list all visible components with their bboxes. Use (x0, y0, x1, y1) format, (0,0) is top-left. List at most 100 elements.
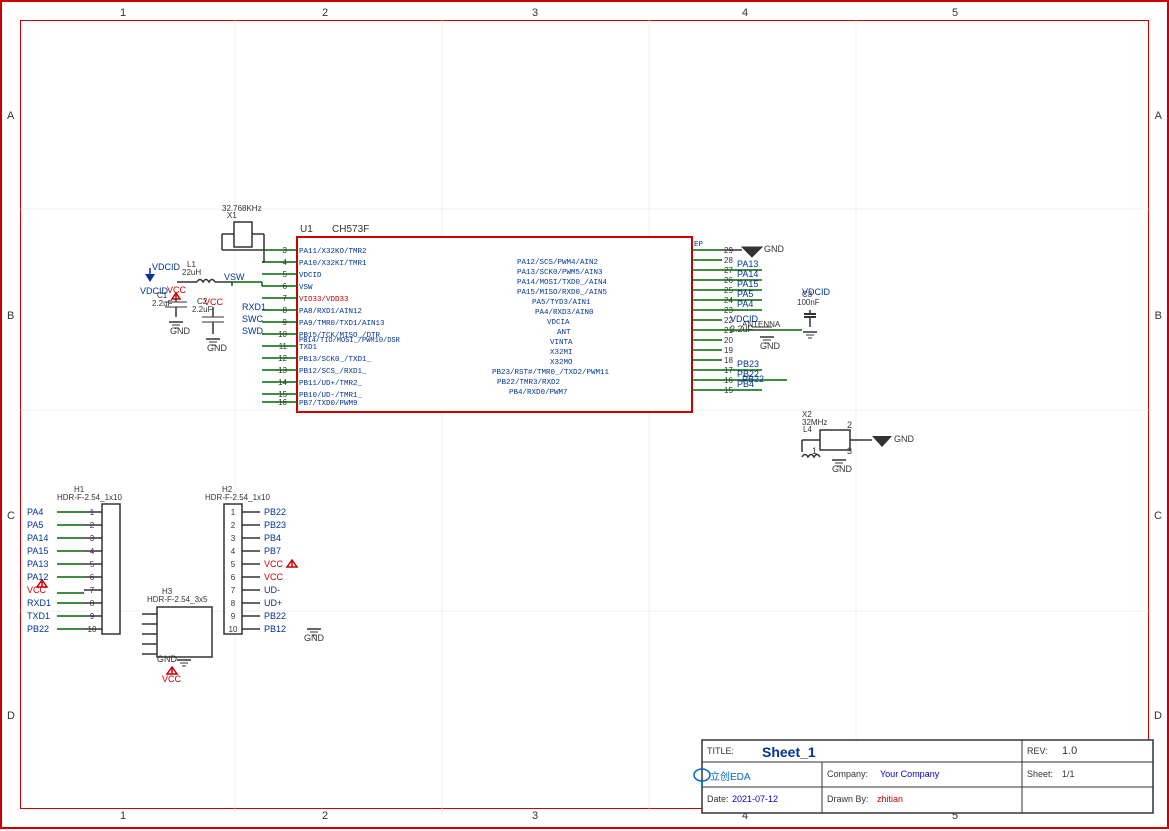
row-label-cr: C (1154, 510, 1162, 522)
row-label-a: A (7, 110, 14, 122)
svg-text:PA14: PA14 (737, 269, 758, 279)
svg-text:X2: X2 (802, 410, 812, 419)
svg-text:5: 5 (90, 560, 95, 569)
svg-text:Company:: Company: (827, 769, 868, 779)
svg-text:4: 4 (283, 258, 288, 267)
svg-text:GND: GND (304, 633, 325, 643)
svg-text:8: 8 (90, 599, 95, 608)
svg-text:10: 10 (229, 625, 238, 634)
svg-text:17: 17 (724, 366, 733, 375)
row-label-dr: D (1154, 710, 1162, 722)
svg-text:2: 2 (847, 420, 852, 430)
svg-text:PA15/MISO/RXD0_/AIN5: PA15/MISO/RXD0_/AIN5 (517, 289, 608, 297)
svg-text:9: 9 (231, 612, 236, 621)
svg-text:PB7/TXD0/PWM9: PB7/TXD0/PWM9 (299, 400, 358, 408)
svg-text:VDCIA: VDCIA (547, 319, 570, 327)
svg-text:X1: X1 (227, 211, 237, 220)
border-bottom (20, 808, 1149, 809)
svg-text:2.2uF: 2.2uF (730, 324, 754, 334)
svg-text:1: 1 (90, 508, 95, 517)
svg-text:C3: C3 (802, 290, 813, 299)
border-right (1148, 20, 1149, 809)
svg-text:VCC: VCC (264, 559, 284, 569)
svg-text:25: 25 (724, 286, 733, 295)
svg-text:GND: GND (764, 244, 785, 254)
svg-text:EP: EP (694, 241, 704, 249)
svg-text:32MHz: 32MHz (802, 418, 827, 427)
col-label-1: 1 (120, 7, 126, 19)
svg-text:PB4/RXD0/PWM7: PB4/RXD0/PWM7 (509, 389, 568, 397)
svg-text:24: 24 (724, 296, 733, 305)
svg-text:PB22: PB22 (742, 374, 764, 384)
svg-text:27: 27 (724, 266, 733, 275)
svg-text:2021-07-12: 2021-07-12 (732, 794, 778, 804)
svg-text:1.0: 1.0 (1062, 745, 1077, 757)
svg-text:PB23: PB23 (264, 520, 286, 530)
col-label-3b: 3 (532, 810, 538, 822)
row-label-c: C (7, 510, 15, 522)
svg-text:3: 3 (283, 246, 288, 255)
schematic-container: 1 2 3 4 5 1 2 3 4 5 A B C D A B C D U1 C… (0, 0, 1169, 829)
svg-text:X32MI: X32MI (550, 349, 573, 357)
svg-text:18: 18 (724, 356, 733, 365)
svg-text:VINTA: VINTA (550, 339, 573, 347)
svg-text:11: 11 (279, 342, 288, 351)
svg-text:9: 9 (283, 318, 288, 327)
svg-text:15: 15 (278, 390, 287, 399)
svg-text:PA15: PA15 (737, 279, 758, 289)
svg-text:VCC: VCC (162, 674, 182, 684)
svg-text:PA5: PA5 (737, 289, 753, 299)
svg-text:L1: L1 (187, 260, 196, 269)
svg-text:7: 7 (90, 586, 95, 595)
svg-text:PB4: PB4 (264, 533, 281, 543)
svg-text:29: 29 (724, 246, 733, 255)
row-label-d: D (7, 710, 15, 722)
svg-text:SWC: SWC (242, 314, 263, 324)
svg-text:5: 5 (231, 560, 236, 569)
border-top (20, 20, 1149, 21)
svg-text:PB22: PB22 (737, 369, 759, 379)
svg-text:PB23/RST#/TMR0_/TXD2/PWM11: PB23/RST#/TMR0_/TXD2/PWM11 (492, 369, 610, 377)
svg-text:9: 9 (90, 612, 95, 621)
svg-text:PB23: PB23 (737, 359, 759, 369)
svg-text:TXD1: TXD1 (27, 611, 50, 621)
svg-text:16: 16 (724, 376, 733, 385)
svg-text:15: 15 (724, 386, 733, 395)
svg-text:PA13: PA13 (27, 559, 48, 569)
svg-text:PA10/X32KI/TMR1: PA10/X32KI/TMR1 (299, 260, 367, 268)
svg-text:PB12: PB12 (264, 624, 286, 634)
svg-text:1: 1 (231, 508, 236, 517)
svg-text:PA8/RXD1/AIN12: PA8/RXD1/AIN12 (299, 308, 362, 316)
svg-text:HDR-F-2.54_1x10: HDR-F-2.54_1x10 (57, 493, 122, 502)
svg-text:ANT: ANT (557, 329, 571, 337)
svg-text:PA4: PA4 (737, 299, 753, 309)
svg-text:3: 3 (90, 534, 95, 543)
svg-text:PB22: PB22 (27, 624, 49, 634)
svg-text:Date:: Date: (707, 794, 729, 804)
svg-text:PB13/SCK0_/TXD1_: PB13/SCK0_/TXD1_ (299, 356, 372, 364)
svg-text:PB10/UD-/TMR1_: PB10/UD-/TMR1_ (299, 392, 363, 400)
svg-text:HDR-F-2.54_1x10: HDR-F-2.54_1x10 (205, 493, 270, 502)
svg-text:C1: C1 (157, 291, 168, 300)
svg-text:2.2uF: 2.2uF (192, 305, 213, 314)
svg-text:6: 6 (231, 573, 236, 582)
svg-text:RXD1: RXD1 (242, 302, 266, 312)
svg-text:PA4: PA4 (27, 507, 43, 517)
schematic-svg: U1 CH573F PA11/X32KO/TMR2 3 PA10/X32KI/T… (2, 2, 1169, 831)
svg-text:PB4: PB4 (737, 379, 754, 389)
svg-text:8: 8 (283, 306, 288, 315)
svg-text:PB22: PB22 (264, 611, 286, 621)
svg-text:4: 4 (231, 547, 236, 556)
svg-text:32.768KHz: 32.768KHz (222, 204, 262, 213)
svg-text:8: 8 (231, 599, 236, 608)
svg-text:6: 6 (90, 573, 95, 582)
svg-text:U1: U1 (300, 224, 313, 235)
svg-text:10: 10 (278, 330, 287, 339)
svg-text:CH573F: CH573F (332, 224, 369, 235)
col-label-4b: 4 (742, 810, 748, 822)
svg-text:Sheet:: Sheet: (1027, 769, 1053, 779)
svg-text:PA14/MOSI/TXD0_/AIN4: PA14/MOSI/TXD0_/AIN4 (517, 279, 608, 287)
svg-text:REV:: REV: (1027, 746, 1048, 756)
svg-text:Your Company: Your Company (880, 769, 940, 779)
svg-text:26: 26 (724, 276, 733, 285)
